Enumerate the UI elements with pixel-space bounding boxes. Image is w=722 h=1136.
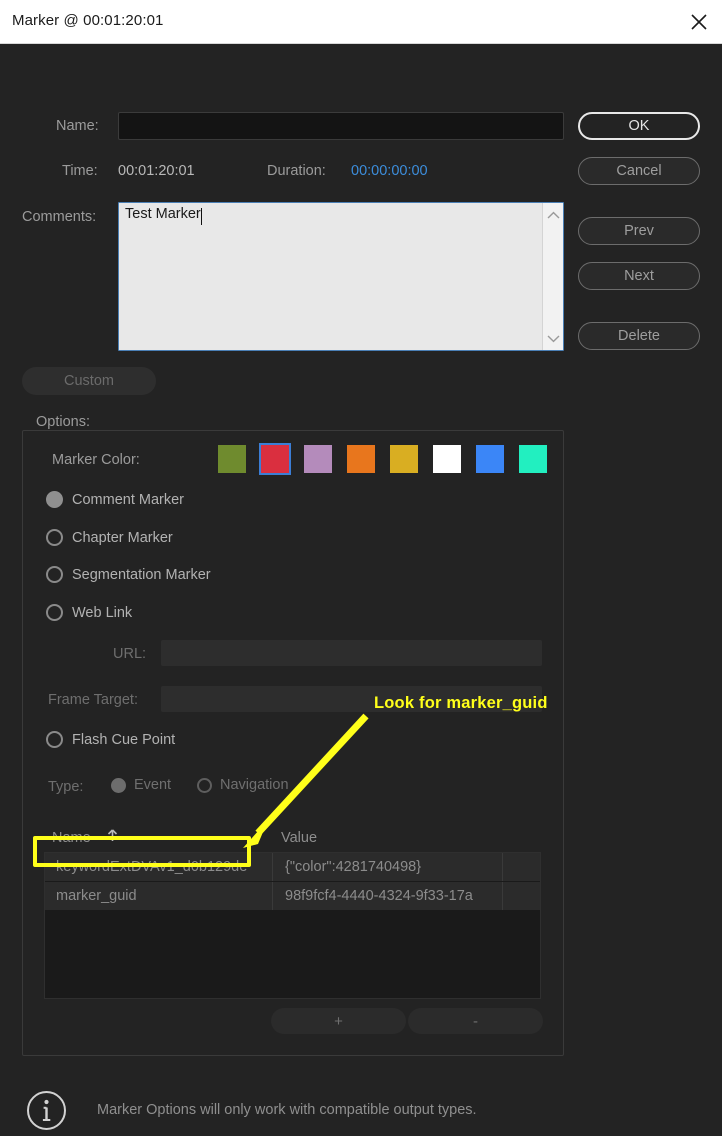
annotation-label: Look for marker_guid [374, 694, 548, 712]
chevron-up-icon[interactable] [543, 205, 564, 225]
radio-icon-empty [46, 529, 63, 546]
url-input[interactable] [161, 640, 542, 666]
marker-color-swatch-mauve[interactable] [304, 445, 332, 473]
marker-color-swatch-orange[interactable] [347, 445, 375, 473]
table-cell-value: 98f9fcf4-4440-4324-9f33-17a [274, 882, 503, 910]
text-caret [200, 208, 202, 225]
name-label: Name: [56, 118, 99, 134]
marker-color-swatch-olive-green[interactable] [218, 445, 246, 473]
table-row[interactable]: marker_guid 98f9fcf4-4440-4324-9f33-17a [45, 882, 540, 910]
options-legend: Options: [30, 414, 96, 430]
marker-dialog-body: Name: Time: 00:01:20:01 Duration: 00:00:… [0, 44, 722, 1130]
comments-textarea[interactable]: Test Marker [118, 202, 564, 351]
marker-color-swatches [218, 443, 547, 475]
frame-target-label: Frame Target: [48, 692, 138, 708]
url-label: URL: [113, 646, 147, 662]
marker-color-swatch-red[interactable] [259, 443, 291, 475]
radio-icon-filled [46, 491, 63, 508]
radio-label: Flash Cue Point [72, 731, 176, 748]
radio-label: Chapter Marker [72, 529, 173, 546]
metadata-table[interactable]: keywordExtDVAv1_d0b129de {"color":428174… [44, 852, 541, 999]
time-label: Time: [62, 163, 98, 179]
comments-label: Comments: [22, 209, 97, 225]
prev-button[interactable]: Prev [578, 217, 700, 245]
marker-color-swatch-turquoise[interactable] [519, 445, 547, 473]
radio-flash-cue-point[interactable]: Flash Cue Point [46, 731, 175, 748]
radio-web-link[interactable]: Web Link [46, 604, 132, 621]
marker-color-swatch-blue[interactable] [476, 445, 504, 473]
table-cell-extra [504, 882, 540, 910]
ok-button[interactable]: OK [578, 112, 700, 140]
table-cell-name: marker_guid [45, 882, 273, 910]
radio-label: Navigation [220, 777, 289, 793]
radio-comment-marker[interactable]: Comment Marker [46, 491, 184, 508]
duration-label: Duration: [267, 163, 326, 179]
comments-scrollbar[interactable] [542, 203, 563, 350]
radio-icon-empty [46, 566, 63, 583]
radio-label: Event [134, 777, 172, 793]
window-title-bar: Marker @ 00:01:20:01 [0, 0, 722, 44]
type-label: Type: [48, 779, 84, 795]
radio-icon-empty [46, 604, 63, 621]
close-glyph [691, 14, 707, 30]
name-input[interactable] [118, 112, 564, 140]
table-cell-value: {"color":4281740498} [274, 853, 503, 881]
radio-segmentation-marker[interactable]: Segmentation Marker [46, 566, 211, 583]
marker-color-swatch-white[interactable] [433, 445, 461, 473]
chevron-down-icon[interactable] [543, 328, 564, 348]
table-header-value[interactable]: Value [281, 830, 317, 846]
comments-text: Test Marker [125, 206, 201, 222]
radio-icon-empty [197, 777, 212, 793]
next-button[interactable]: Next [578, 262, 700, 290]
radio-label: Web Link [72, 604, 133, 621]
custom-button[interactable]: Custom [22, 367, 156, 395]
delete-button[interactable]: Delete [578, 322, 700, 350]
radio-type-navigation[interactable]: Navigation [197, 777, 289, 793]
table-cell-extra [504, 853, 540, 881]
time-value: 00:01:20:01 [118, 163, 195, 179]
duration-value[interactable]: 00:00:00:00 [351, 163, 428, 179]
radio-chapter-marker[interactable]: Chapter Marker [46, 529, 173, 546]
radio-icon-empty [46, 731, 63, 748]
footer-info-text: Marker Options will only work with compa… [97, 1102, 477, 1118]
annotation-highlight-box [33, 836, 251, 867]
window-title: Marker @ 00:01:20:01 [12, 12, 164, 29]
radio-label: Comment Marker [72, 491, 184, 508]
remove-row-button[interactable]: - [408, 1008, 543, 1034]
marker-color-swatch-gold[interactable] [390, 445, 418, 473]
close-icon[interactable] [682, 6, 716, 38]
add-row-button[interactable]: + [271, 1008, 406, 1034]
radio-icon-filled [111, 777, 126, 793]
radio-label: Segmentation Marker [72, 566, 211, 583]
info-circle-icon [26, 1090, 67, 1131]
radio-type-event[interactable]: Event [111, 777, 171, 793]
cancel-button[interactable]: Cancel [578, 157, 700, 185]
marker-color-label: Marker Color: [52, 452, 140, 468]
